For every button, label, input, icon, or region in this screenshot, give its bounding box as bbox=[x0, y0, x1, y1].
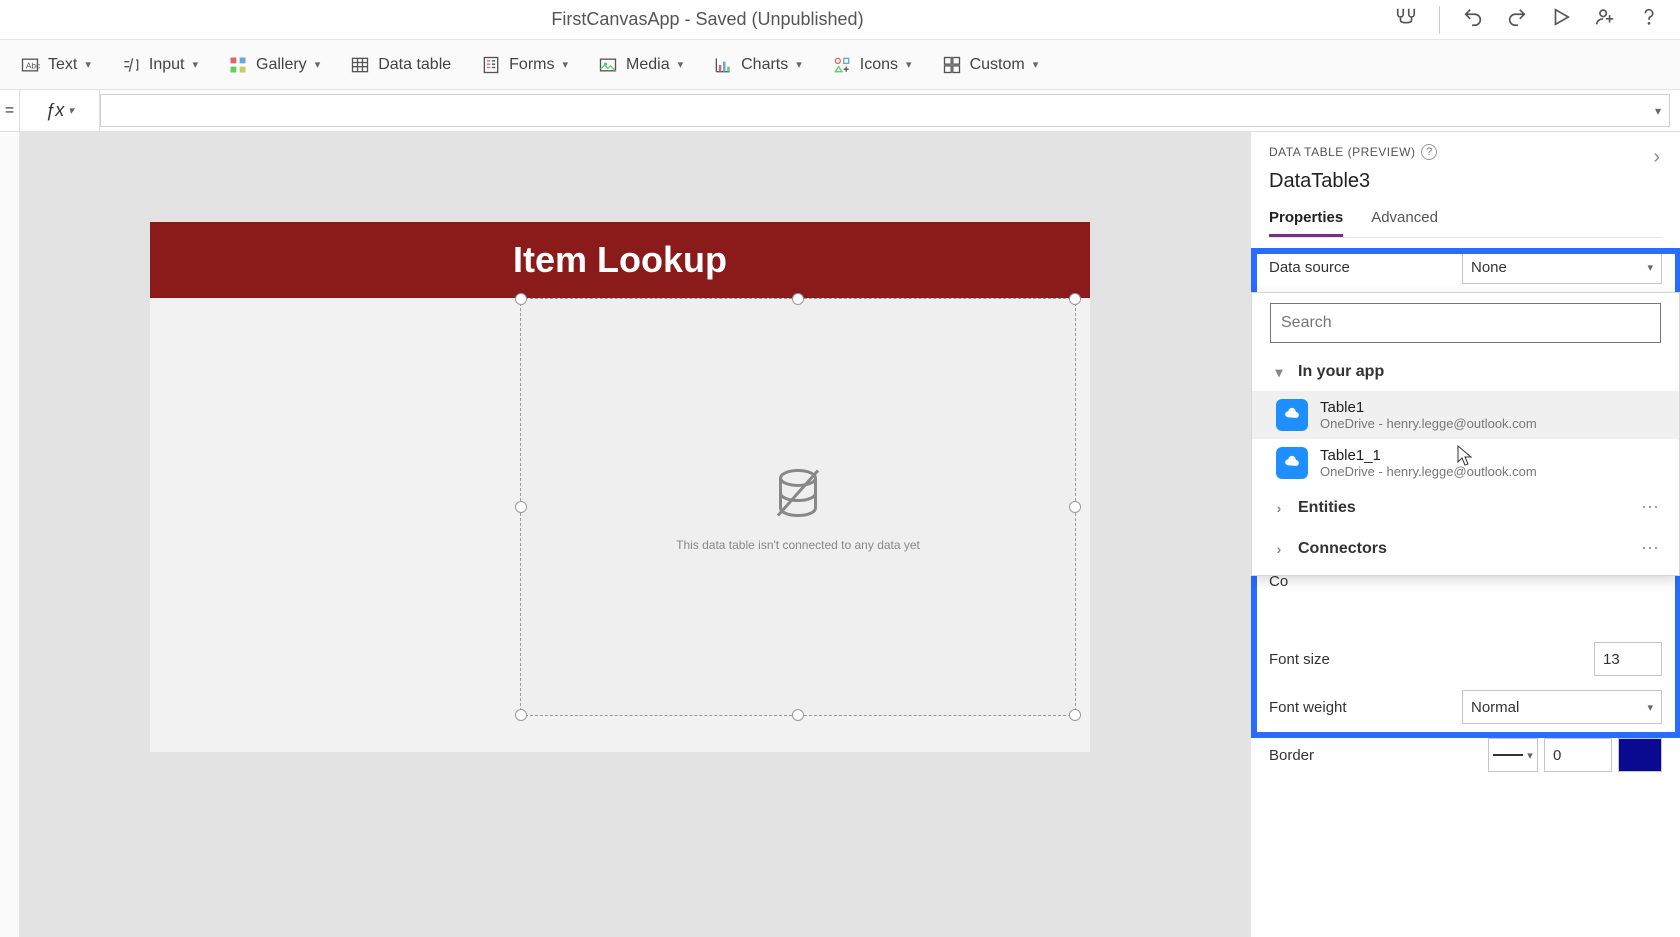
formula-input[interactable]: ▾ bbox=[100, 94, 1670, 127]
chevron-down-icon: ▾ bbox=[1270, 364, 1288, 381]
prop-border-style[interactable]: ▾ bbox=[1488, 738, 1538, 772]
titlebar-actions bbox=[1395, 6, 1660, 34]
datasource-flyout: ▾ In your app Table1 OneDrive - henry.le… bbox=[1251, 292, 1680, 576]
ribbon-text[interactable]: Abc Text▾ bbox=[20, 55, 91, 75]
datasource-item-table1-1[interactable]: Table1_1 OneDrive - henry.legge@outlook.… bbox=[1252, 439, 1679, 487]
undo-icon[interactable] bbox=[1462, 6, 1484, 33]
ribbon-custom-label: Custom bbox=[970, 56, 1025, 74]
prop-fontweight-label: Font weight bbox=[1269, 699, 1399, 716]
prop-fontsize-label: Font size bbox=[1269, 651, 1399, 668]
help-icon[interactable]: ? bbox=[1421, 144, 1437, 160]
ribbon-media-label: Media bbox=[626, 56, 670, 74]
ribbon-custom[interactable]: Custom▾ bbox=[942, 55, 1039, 75]
ribbon-text-label: Text bbox=[48, 56, 77, 74]
chevron-right-icon: › bbox=[1270, 541, 1288, 557]
prop-fontsize-input[interactable]: 13 bbox=[1594, 642, 1662, 676]
left-rail[interactable] bbox=[0, 132, 20, 937]
property-dropdown[interactable]: = bbox=[0, 90, 20, 131]
prop-datasource-label: Data source bbox=[1269, 259, 1399, 276]
section-entities[interactable]: › Entities ⋯ bbox=[1252, 487, 1679, 528]
ribbon-charts[interactable]: Charts▾ bbox=[713, 55, 802, 75]
control-type-label: DATA TABLE (PREVIEW) ? bbox=[1269, 144, 1662, 160]
ribbon-datatable-label: Data table bbox=[378, 56, 451, 74]
formula-bar: = ƒx▾ ▾ bbox=[0, 90, 1680, 132]
redo-icon[interactable] bbox=[1506, 6, 1528, 33]
chevron-right-icon: › bbox=[1270, 500, 1288, 516]
ribbon-gallery-label: Gallery bbox=[256, 56, 307, 74]
ribbon-charts-label: Charts bbox=[741, 56, 788, 74]
share-icon[interactable] bbox=[1594, 6, 1616, 33]
data-table-control[interactable]: This data table isn't connected to any d… bbox=[520, 298, 1076, 716]
prop-datasource-select[interactable]: None▾ bbox=[1462, 250, 1662, 284]
ribbon-input-label: Input bbox=[149, 56, 185, 74]
ribbon-forms[interactable]: Forms▾ bbox=[481, 55, 568, 75]
datasource-item-name: Table1 bbox=[1320, 399, 1537, 416]
ribbon-input[interactable]: Input▾ bbox=[121, 55, 198, 75]
health-icon[interactable] bbox=[1395, 6, 1417, 33]
tab-advanced[interactable]: Advanced bbox=[1371, 209, 1438, 237]
screen[interactable]: Item Lookup This data table isn't connec… bbox=[150, 222, 1090, 752]
ribbon-forms-label: Forms bbox=[509, 56, 554, 74]
svg-text:Abc: Abc bbox=[26, 60, 40, 70]
datasource-search[interactable] bbox=[1270, 303, 1661, 343]
play-icon[interactable] bbox=[1550, 6, 1572, 33]
datasource-item-sub: OneDrive - henry.legge@outlook.com bbox=[1320, 464, 1537, 479]
section-in-your-app[interactable]: ▾ In your app bbox=[1252, 353, 1679, 391]
more-icon[interactable]: ⋯ bbox=[1641, 497, 1661, 518]
prop-border-label: Border bbox=[1269, 747, 1399, 764]
datasource-item-name: Table1_1 bbox=[1320, 447, 1537, 464]
onedrive-icon bbox=[1276, 447, 1308, 479]
more-icon[interactable]: ⋯ bbox=[1641, 538, 1661, 559]
canvas-area[interactable]: Item Lookup This data table isn't connec… bbox=[20, 132, 1250, 937]
prop-border-color[interactable] bbox=[1618, 738, 1662, 772]
control-name: DataTable3 bbox=[1269, 170, 1662, 193]
ribbon: Abc Text▾ Input▾ Gallery▾ Data table For… bbox=[0, 40, 1680, 90]
prop-fontweight-select[interactable]: Normal▾ bbox=[1462, 690, 1662, 724]
ribbon-icons-label: Icons bbox=[860, 56, 898, 74]
search-input[interactable] bbox=[1270, 303, 1661, 343]
app-title: FirstCanvasApp - Saved (Unpublished) bbox=[20, 9, 1395, 30]
section-connectors[interactable]: › Connectors ⋯ bbox=[1252, 528, 1679, 569]
datasource-item-sub: OneDrive - henry.legge@outlook.com bbox=[1320, 416, 1537, 431]
onedrive-icon bbox=[1276, 399, 1308, 431]
properties-panel: › DATA TABLE (PREVIEW) ? DataTable3 Prop… bbox=[1250, 132, 1680, 937]
database-disconnected-icon bbox=[768, 463, 828, 528]
data-table-empty-message: This data table isn't connected to any d… bbox=[676, 538, 920, 552]
datasource-item-table1[interactable]: Table1 OneDrive - henry.legge@outlook.co… bbox=[1252, 391, 1679, 439]
ribbon-gallery[interactable]: Gallery▾ bbox=[228, 55, 320, 75]
help-icon[interactable] bbox=[1638, 6, 1660, 33]
ribbon-media[interactable]: Media▾ bbox=[598, 55, 683, 75]
window-titlebar: FirstCanvasApp - Saved (Unpublished) bbox=[0, 0, 1680, 40]
fx-button[interactable]: ƒx▾ bbox=[20, 90, 100, 131]
tab-properties[interactable]: Properties bbox=[1269, 209, 1343, 237]
ribbon-datatable[interactable]: Data table bbox=[350, 55, 451, 75]
screen-header-label: Item Lookup bbox=[150, 222, 1090, 298]
expand-panel-icon[interactable]: › bbox=[1653, 146, 1660, 169]
ribbon-icons[interactable]: Icons▾ bbox=[832, 55, 912, 75]
prop-border-width[interactable]: 0 bbox=[1544, 738, 1612, 772]
